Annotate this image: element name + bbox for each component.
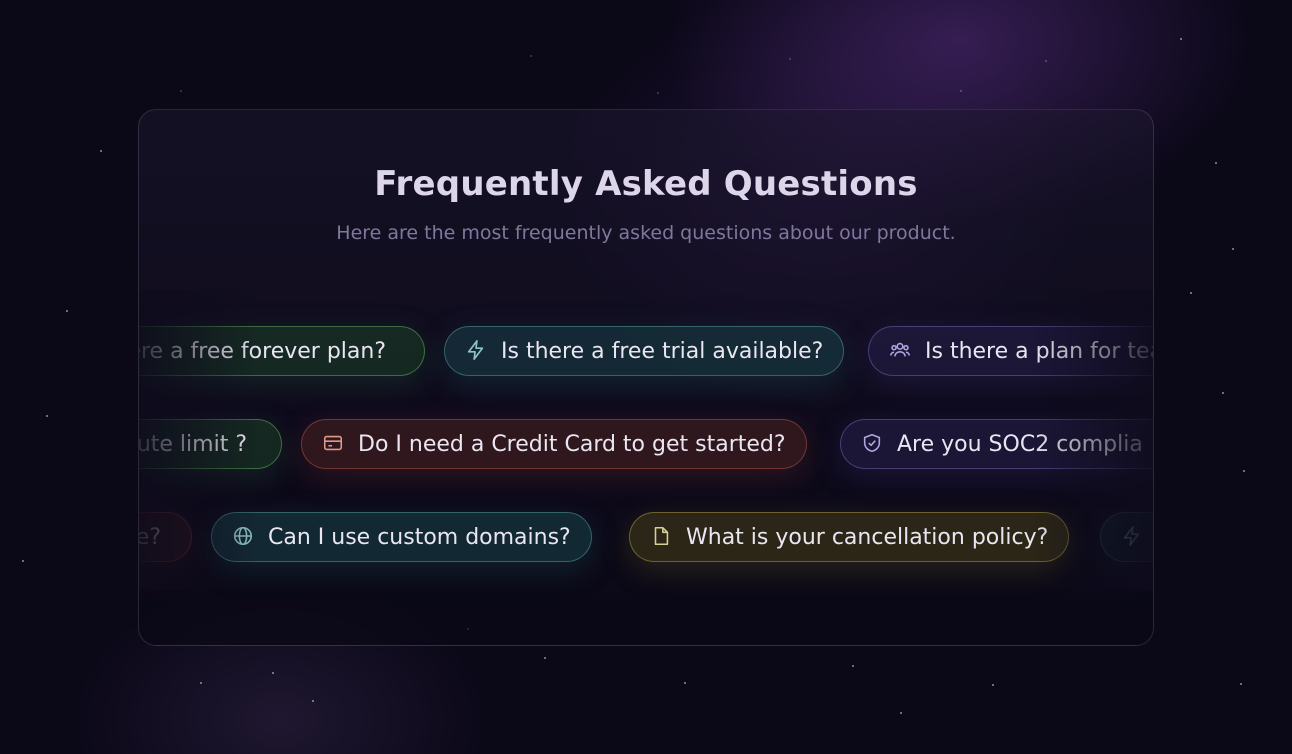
faq-pill-next[interactable] <box>1100 512 1153 562</box>
faq-pill-team-plan[interactable]: Is there a plan for tea <box>868 326 1154 376</box>
faq-pill-label: Do I need a Credit Card to get started? <box>358 431 786 457</box>
faq-pill-label: ute limit ? <box>138 431 247 457</box>
faq-card: Frequently Asked Questions Here are the … <box>138 109 1154 646</box>
document-icon <box>650 525 674 549</box>
faq-pill-label: Is there a free trial available? <box>501 338 824 364</box>
lightning-icon <box>465 339 489 363</box>
faq-pill-free-trial[interactable]: Is there a free trial available? <box>444 326 845 376</box>
users-icon <box>889 339 913 363</box>
faq-pill-label: What is your cancellation policy? <box>686 524 1049 550</box>
globe-icon <box>232 525 256 549</box>
faq-pill-credit-card[interactable]: Do I need a Credit Card to get started? <box>301 419 807 469</box>
faq-pill-free-forever[interactable]: ere a free forever plan? <box>138 326 425 376</box>
shield-check-icon <box>861 432 885 456</box>
lightning-icon <box>1121 525 1145 549</box>
faq-pill-cancellation[interactable]: What is your cancellation policy? <box>629 512 1070 562</box>
faq-pill-label: Can I use custom domains? <box>268 524 571 550</box>
credit-card-icon <box>322 432 346 456</box>
faq-subtitle: Here are the most frequently asked quest… <box>336 222 956 244</box>
faq-pill-soc2[interactable]: Are you SOC2 complia <box>840 419 1153 469</box>
faq-title: Frequently Asked Questions <box>374 164 918 204</box>
faq-pill-cutoff[interactable]: e? <box>138 512 192 562</box>
faq-pill-label: e? <box>138 524 161 550</box>
faq-pill-label: Is there a plan for tea <box>925 338 1154 364</box>
faq-pill-rate-limit[interactable]: ute limit ? <box>138 419 282 469</box>
faq-pill-label: ere a free forever plan? <box>138 338 386 364</box>
faq-pill-custom-domains[interactable]: Can I use custom domains? <box>211 512 592 562</box>
faq-pill-label: Are you SOC2 complia <box>897 431 1143 457</box>
